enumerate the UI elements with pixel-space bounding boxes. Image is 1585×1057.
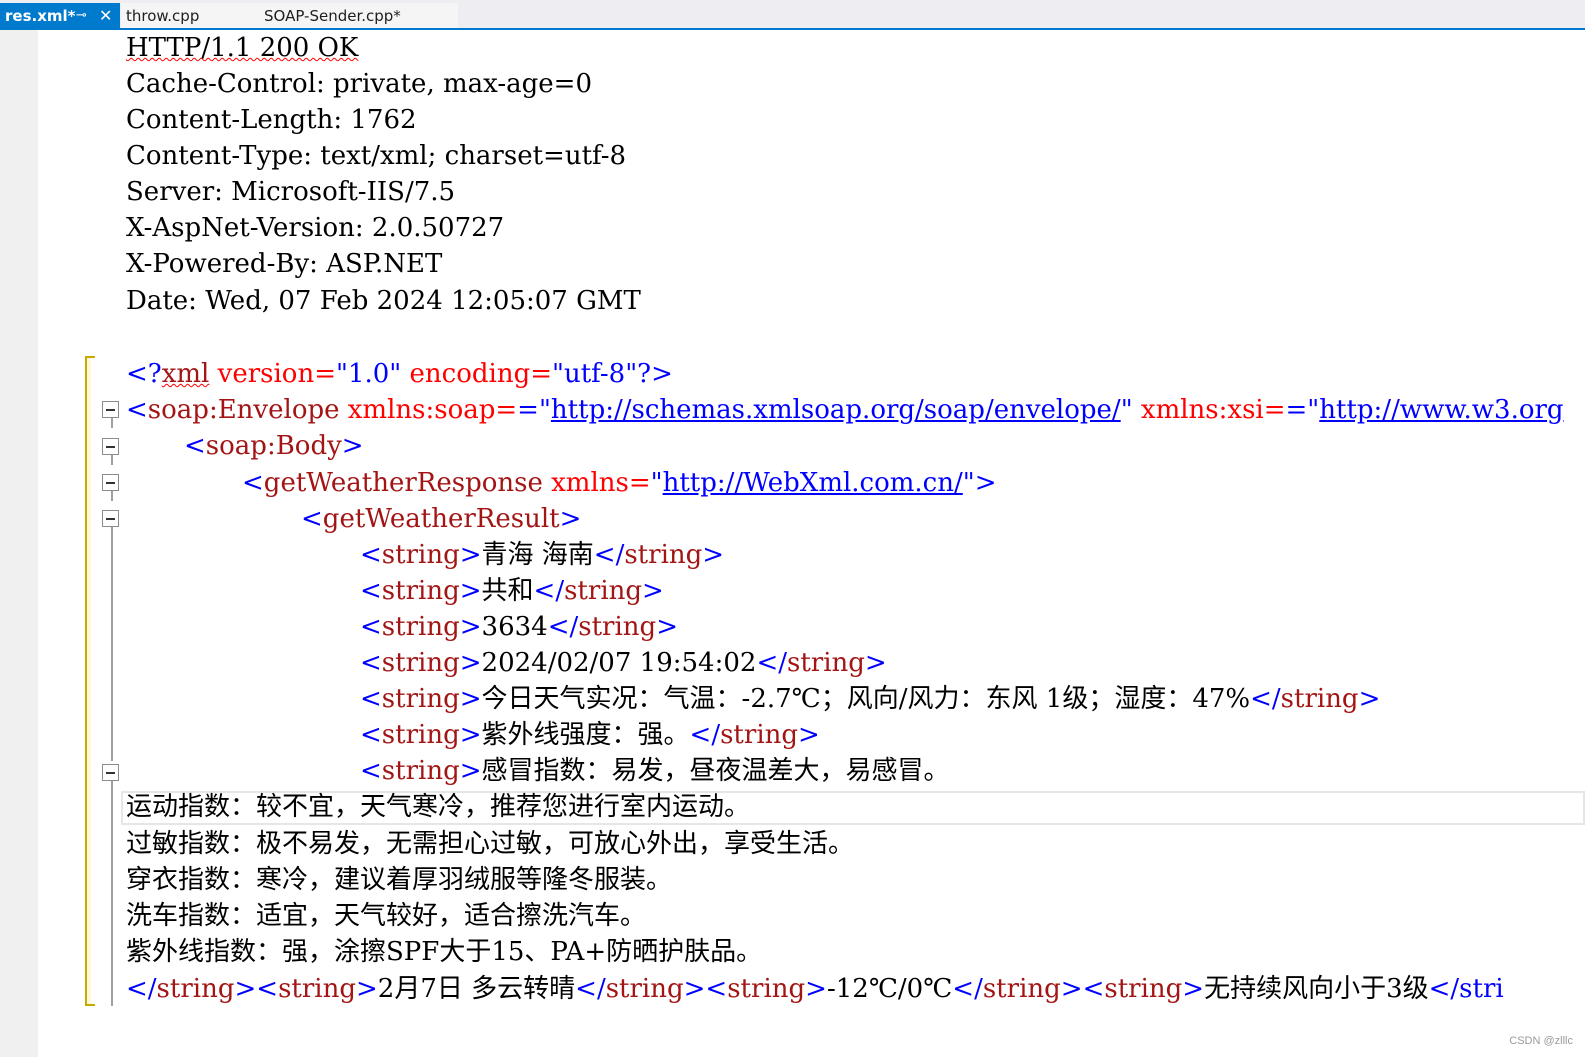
outline-guide <box>111 781 113 1006</box>
xml-text-line[interactable]: 穿衣指数：寒冷，建议着厚羽绒服等隆冬服装。 <box>126 862 672 898</box>
collapse-icon[interactable] <box>102 474 119 491</box>
pin-icon[interactable]: ⊸ <box>76 8 87 23</box>
xml-string-line[interactable]: </string><string>2月7日 多云转晴</string><stri… <box>126 971 1504 1007</box>
http-header-line[interactable]: Content-Type: text/xml; charset=utf-8 <box>126 138 626 174</box>
xsi-namespace-link[interactable]: http://www.w3.org <box>1319 395 1563 425</box>
xml-string-line[interactable]: <string>青海 海南</string> <box>360 537 724 573</box>
xml-text-line[interactable]: 运动指数：较不宜，天气寒冷，推荐您进行室内运动。 <box>126 789 750 825</box>
outline-guide <box>111 527 113 761</box>
collapse-icon[interactable] <box>102 438 119 455</box>
xml-string-line[interactable]: <string>今日天气实况：气温：-2.7℃；风向/风力：东风 1级；湿度：4… <box>360 681 1380 717</box>
collapse-icon[interactable] <box>102 401 119 418</box>
tab-soap-sender-cpp[interactable]: SOAP-Sender.cpp* <box>229 3 458 28</box>
tab-throw-cpp[interactable]: throw.cpp <box>121 3 229 28</box>
xml-text-line[interactable]: 洗车指数：适宜，天气较好，适合擦洗汽车。 <box>126 898 646 934</box>
xml-envelope-line[interactable]: <soap:Envelope xmlns:soap=="http://schem… <box>126 392 1564 428</box>
envelope-namespace-link[interactable]: http://schemas.xmlsoap.org/soap/envelope… <box>551 395 1121 425</box>
tab-label: SOAP-Sender.cpp* <box>264 6 401 25</box>
xml-string-line[interactable]: <string>共和</string> <box>360 573 664 609</box>
xml-text-line[interactable]: 紫外线指数：强，涂擦SPF大于15、PA+防晒护肤品。 <box>126 934 762 970</box>
outline-guide <box>111 491 113 501</box>
tab-res-xml[interactable]: res.xml* ⊸ ✕ <box>0 3 120 28</box>
xml-body-line[interactable]: <soap:Body> <box>184 428 364 464</box>
xml-string-line[interactable]: <string>2024/02/07 19:54:02</string> <box>360 645 887 681</box>
http-header-line[interactable]: Server: Microsoft-IIS/7.5 <box>126 174 455 210</box>
xml-string-line[interactable]: <string>感冒指数：易发，昼夜温差大，易感冒。 <box>360 753 950 789</box>
http-header-line[interactable]: X-Powered-By: ASP.NET <box>126 246 442 282</box>
http-header-line[interactable]: Content-Length: 1762 <box>126 102 417 138</box>
http-header-line[interactable]: Date: Wed, 07 Feb 2024 12:05:07 GMT <box>126 283 641 319</box>
response-namespace-link[interactable]: http://WebXml.com.cn/ <box>663 468 963 498</box>
collapse-icon[interactable] <box>102 764 119 781</box>
editor-margin <box>0 30 38 1057</box>
http-header-line[interactable]: X-AspNet-Version: 2.0.50727 <box>126 210 504 246</box>
tab-label: throw.cpp <box>126 6 200 25</box>
xml-result-line[interactable]: <getWeatherResult> <box>301 501 581 537</box>
http-status-line[interactable]: HTTP/1.1 200 OK <box>126 30 358 66</box>
outline-guide <box>111 455 113 465</box>
change-indicator-bar <box>85 356 95 1006</box>
http-header-line[interactable]: Cache-Control: private, max-age=0 <box>126 66 592 102</box>
xml-text-line[interactable]: 过敏指数：极不易发，无需担心过敏，可放心外出，享受生活。 <box>126 826 854 862</box>
xml-string-line[interactable]: <string>紫外线强度：强。</string> <box>360 717 820 753</box>
document-tab-strip: res.xml* ⊸ ✕ throw.cpp SOAP-Sender.cpp* <box>0 0 1585 30</box>
collapse-icon[interactable] <box>102 510 119 527</box>
xml-declaration-line[interactable]: <?xml version="1.0" encoding="utf-8"?> <box>126 356 673 392</box>
tab-label: res.xml* <box>5 6 76 25</box>
xml-response-line[interactable]: <getWeatherResponse xmlns="http://WebXml… <box>242 465 997 501</box>
close-icon[interactable]: ✕ <box>99 6 112 25</box>
outline-guide <box>111 418 113 428</box>
watermark: CSDN @zlllc <box>1509 1035 1573 1047</box>
xml-string-line[interactable]: <string>3634</string> <box>360 609 678 645</box>
